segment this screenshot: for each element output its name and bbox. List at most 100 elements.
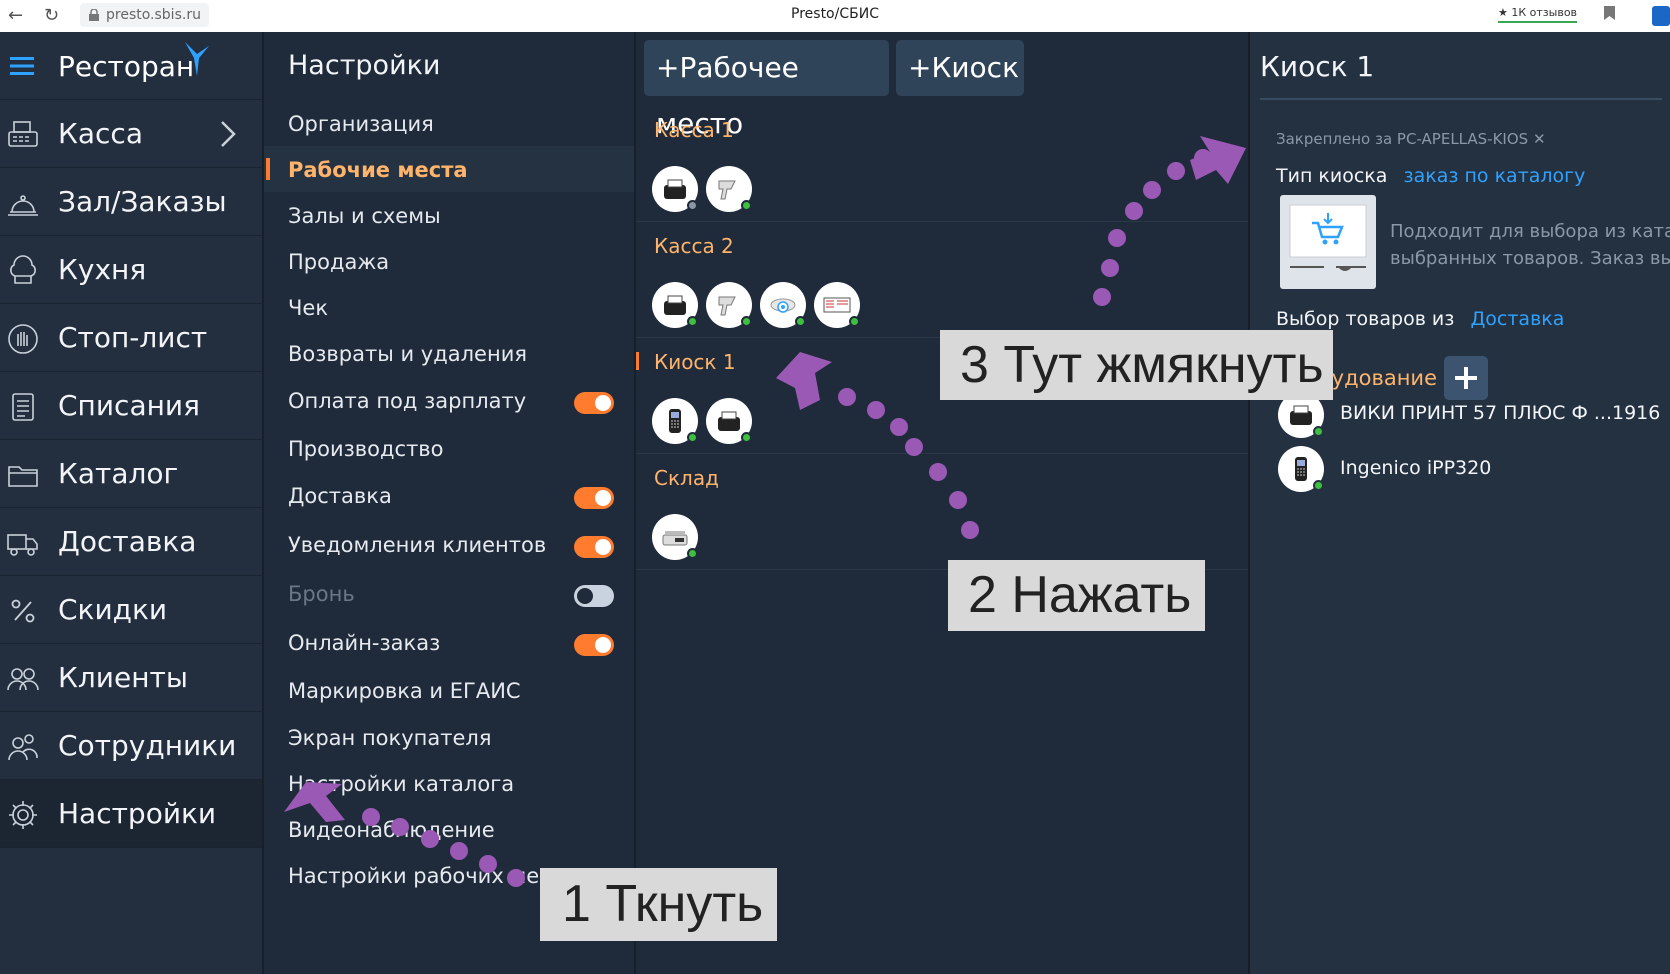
reviews-badge[interactable]: ★ 1К отзывов — [1498, 6, 1578, 23]
settings-item-delivery[interactable]: Доставка — [264, 472, 634, 521]
sidebar-item-label: Кухня — [58, 253, 147, 286]
kiosk-type-description: Подходит для выбора из катал выбранных т… — [1390, 218, 1670, 272]
booking-toggle[interactable] — [574, 585, 614, 607]
receipt-printer-device[interactable] — [706, 398, 752, 444]
sidebar-item-discounts[interactable]: Скидки — [0, 576, 262, 644]
settings-item-customer-screen[interactable]: Экран покупателя — [264, 714, 634, 760]
goods-source-label: Выбор товаров из — [1276, 308, 1455, 330]
workplace-name: Киоск 1 — [654, 350, 736, 374]
status-dot — [849, 316, 860, 327]
equipment-terminal-name[interactable]: Ingenico iPP320 — [1340, 457, 1491, 479]
settings-item-salary-payment[interactable]: Оплата под зарплату — [264, 377, 634, 425]
barcode-scanner-device[interactable] — [706, 166, 752, 212]
notifications-toggle[interactable] — [574, 536, 614, 558]
display-device[interactable] — [814, 282, 860, 328]
settings-item-receipt[interactable]: Чек — [264, 284, 634, 330]
annotation-step-2: 2 Нажать — [948, 560, 1205, 631]
settings-item-catalog-settings[interactable]: Настройки каталога — [264, 760, 634, 806]
sidebar-item-kitchen[interactable]: Кухня — [0, 236, 262, 304]
settings-item-marking-egais[interactable]: Маркировка и ЕГАИС — [264, 667, 634, 714]
kiosk-title: Киоск 1 — [1260, 50, 1375, 83]
bookmark-icon[interactable] — [1604, 6, 1615, 20]
online-order-toggle[interactable] — [574, 634, 614, 656]
settings-item-label: Залы и схемы — [288, 204, 441, 228]
pos-terminal-device[interactable] — [652, 398, 698, 444]
settings-item-label: Видеонаблюдение — [288, 818, 495, 842]
sidebar-item-write-offs[interactable]: Списания — [0, 372, 262, 440]
sidebar-item-label: Стоп-лист — [58, 321, 208, 354]
reviews-text: 1К отзывов — [1511, 6, 1578, 19]
settings-item-label: Рабочие места — [288, 158, 468, 182]
employees-icon — [8, 734, 38, 761]
sidebar-item-label: Зал/Заказы — [58, 185, 227, 218]
settings-header: Настройки — [264, 32, 634, 100]
stop-hand-icon — [8, 324, 38, 354]
settings-item-halls[interactable]: Залы и схемы — [264, 192, 634, 238]
description-line: выбранных товаров. Заказ выд — [1390, 248, 1670, 269]
settings-item-booking[interactable]: Бронь — [264, 570, 634, 619]
add-equipment-button[interactable] — [1444, 356, 1488, 400]
settings-item-organization[interactable]: Организация — [264, 100, 634, 146]
settings-item-label: Настройки рабочих мест — [288, 864, 563, 888]
workplaces-panel: +Рабочее место +Киоск Касса 1 Касса 2 Ки… — [634, 32, 1248, 974]
barcode-scanner-icon — [718, 296, 736, 316]
equipment-printer-name[interactable]: ВИКИ ПРИНТ 57 ПЛЮС Ф ...1916 — [1340, 402, 1660, 424]
add-kiosk-button[interactable]: +Киоск — [896, 40, 1024, 96]
percent-icon — [11, 599, 35, 623]
unpin-close-icon[interactable]: ✕ — [1528, 130, 1546, 148]
settings-item-label: Продажа — [288, 250, 390, 274]
sidebar-item-settings[interactable]: Настройки — [0, 780, 262, 848]
camera-device[interactable] — [760, 282, 806, 328]
sidebar-item-catalog[interactable]: Каталог — [0, 440, 262, 508]
kiosk-details-panel: Киоск 1 Закреплено за PC-APELLAS-KIOS ✕ … — [1248, 32, 1670, 974]
equipment-terminal-avatar[interactable] — [1278, 446, 1324, 492]
barcode-scanner-icon — [718, 180, 736, 200]
goods-source-link[interactable]: Доставка — [1470, 308, 1564, 330]
hamburger-menu-icon[interactable] — [10, 57, 34, 75]
settings-item-workplaces[interactable]: Рабочие места — [264, 146, 634, 192]
kiosk-type-link[interactable]: заказ по каталогу — [1403, 165, 1585, 187]
salary-payment-toggle[interactable] — [574, 392, 614, 414]
sidebar-item-hall-orders[interactable]: Зал/Заказы — [0, 168, 262, 236]
settings-item-label: Онлайн-заказ — [288, 631, 441, 655]
chef-hat-icon — [10, 255, 36, 284]
sidebar-item-clients[interactable]: Клиенты — [0, 644, 262, 712]
clients-icon — [7, 668, 39, 691]
extension-icon[interactable] — [1652, 6, 1670, 26]
workplace-kassa-1[interactable]: Касса 1 — [636, 106, 1248, 222]
status-dot — [1313, 426, 1324, 437]
page-title: Presto/СБИС — [791, 6, 879, 22]
sidebar-item-delivery[interactable]: Доставка — [0, 508, 262, 576]
settings-item-notifications[interactable]: Уведомления клиентов — [264, 521, 634, 570]
sidebar-item-label: Касса — [58, 117, 143, 150]
document-list-icon — [12, 393, 34, 421]
settings-item-sales[interactable]: Продажа — [264, 238, 634, 284]
settings-item-video[interactable]: Видеонаблюдение — [264, 806, 634, 852]
settings-item-label: Маркировка и ЕГАИС — [288, 679, 521, 703]
scales-device[interactable] — [652, 514, 698, 560]
status-dot — [795, 316, 806, 327]
delivery-toggle[interactable] — [574, 487, 614, 509]
receipt-printer-device[interactable] — [652, 282, 698, 328]
plus-icon — [1455, 367, 1477, 389]
sidebar-header: Ресторан — [0, 32, 262, 100]
settings-item-online-order[interactable]: Онлайн-заказ — [264, 619, 634, 667]
workplace-kassa-2[interactable]: Касса 2 — [636, 222, 1248, 338]
logo-bird-icon — [185, 42, 209, 76]
receipt-printer-icon — [718, 411, 740, 431]
workplace-warehouse[interactable]: Склад — [636, 454, 1248, 570]
receipt-printer-device[interactable] — [652, 166, 698, 212]
sidebar-item-employees[interactable]: Сотрудники — [0, 712, 262, 780]
settings-title: Настройки — [288, 50, 441, 81]
settings-item-returns[interactable]: Возвраты и удаления — [264, 330, 634, 377]
barcode-scanner-device[interactable] — [706, 282, 752, 328]
goods-source-row: Выбор товаров из Доставка — [1276, 308, 1564, 330]
add-workplace-button[interactable]: +Рабочее место — [644, 40, 889, 140]
settings-item-production[interactable]: Производство — [264, 425, 634, 472]
workplace-name: Касса 2 — [654, 234, 734, 258]
pos-terminal-icon — [669, 409, 681, 433]
sidebar-item-stop-list[interactable]: Стоп-лист — [0, 304, 262, 372]
sidebar-item-kassa[interactable]: Касса — [0, 100, 262, 168]
folder-icon — [8, 466, 38, 487]
workplace-name: Склад — [654, 466, 719, 490]
